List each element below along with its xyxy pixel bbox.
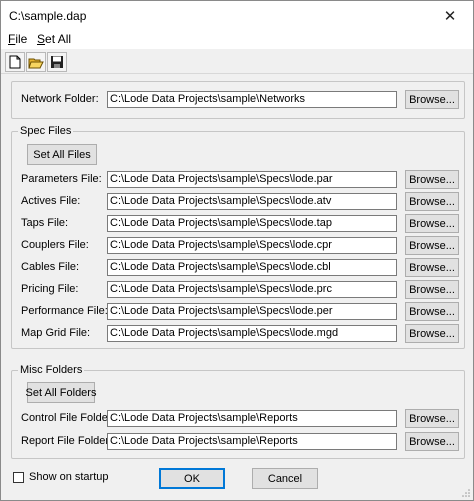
open-folder-button[interactable] — [26, 52, 46, 72]
map-grid-file-browse-button[interactable]: Browse... — [405, 324, 459, 343]
report-file-folder-browse-button[interactable]: Browse... — [405, 432, 459, 451]
couplers-file-browse-button[interactable]: Browse... — [405, 236, 459, 255]
control-file-folder-label: Control File Folder: — [21, 412, 115, 424]
set-all-folders-button[interactable]: Set All Folders — [26, 382, 96, 403]
map-grid-file-input[interactable]: C:\Lode Data Projects\sample\Specs\lode.… — [107, 325, 397, 342]
parameters-file-label: Parameters File: — [21, 173, 102, 185]
parameters-file-input[interactable]: C:\Lode Data Projects\sample\Specs\lode.… — [107, 171, 397, 188]
couplers-file-input[interactable]: C:\Lode Data Projects\sample\Specs\lode.… — [107, 237, 397, 254]
menu-set-all-accel: S — [37, 32, 46, 46]
performance-file-input[interactable]: C:\Lode Data Projects\sample\Specs\lode.… — [107, 303, 397, 320]
map-grid-file-label: Map Grid File: — [21, 327, 91, 339]
open-folder-icon — [28, 58, 44, 68]
menu-file[interactable]: File — [8, 32, 27, 46]
spec-files-group-label: Spec Files — [18, 125, 74, 137]
dialog-window: C:\sample.dap ✕ File Set All Network Fol… — [0, 0, 474, 501]
report-file-folder-input[interactable]: C:\Lode Data Projects\sample\Reports — [107, 433, 397, 450]
window-title: C:\sample.dap — [9, 9, 87, 23]
network-folder-group: Network Folder: C:\Lode Data Projects\sa… — [11, 81, 465, 119]
cables-file-input[interactable]: C:\Lode Data Projects\sample\Specs\lode.… — [107, 259, 397, 276]
cables-file-label: Cables File: — [21, 261, 80, 273]
menu-file-label: ile — [15, 32, 28, 46]
report-file-folder-label: Report File Folder: — [21, 435, 113, 447]
show-on-startup-label: Show on startup — [29, 471, 109, 483]
parameters-file-browse-button[interactable]: Browse... — [405, 170, 459, 189]
ok-button[interactable]: OK — [159, 468, 225, 489]
save-disk-icon — [51, 56, 63, 68]
network-folder-browse-button[interactable]: Browse... — [405, 90, 459, 109]
actives-file-label: Actives File: — [21, 195, 81, 207]
new-document-icon — [9, 55, 21, 69]
network-folder-label: Network Folder: — [21, 93, 99, 105]
misc-folders-group-label: Misc Folders — [18, 364, 85, 376]
taps-file-label: Taps File: — [21, 217, 69, 229]
performance-file-browse-button[interactable]: Browse... — [405, 302, 459, 321]
pricing-file-label: Pricing File: — [21, 283, 79, 295]
menu-set-all-label: et All — [45, 32, 72, 46]
menu-set-all[interactable]: Set All — [37, 32, 71, 46]
pricing-file-browse-button[interactable]: Browse... — [405, 280, 459, 299]
network-folder-input[interactable]: C:\Lode Data Projects\sample\Networks — [107, 91, 397, 108]
cancel-button[interactable]: Cancel — [252, 468, 318, 489]
misc-folders-group: Misc Folders Set All Folders Control Fil… — [11, 364, 465, 459]
actives-file-input[interactable]: C:\Lode Data Projects\sample\Specs\lode.… — [107, 193, 397, 210]
spec-files-group: Spec Files Set All Files Parameters File… — [11, 125, 465, 349]
save-button[interactable] — [47, 52, 67, 72]
actives-file-browse-button[interactable]: Browse... — [405, 192, 459, 211]
set-all-files-button[interactable]: Set All Files — [27, 144, 97, 165]
new-document-button[interactable] — [5, 52, 25, 72]
control-file-folder-input[interactable]: C:\Lode Data Projects\sample\Reports — [107, 410, 397, 427]
close-icon[interactable]: ✕ — [427, 1, 473, 31]
menu-bar: File Set All — [1, 31, 473, 49]
pricing-file-input[interactable]: C:\Lode Data Projects\sample\Specs\lode.… — [107, 281, 397, 298]
cables-file-browse-button[interactable]: Browse... — [405, 258, 459, 277]
title-bar[interactable]: C:\sample.dap ✕ — [1, 1, 473, 31]
taps-file-browse-button[interactable]: Browse... — [405, 214, 459, 233]
show-on-startup-checkbox[interactable] — [13, 472, 24, 483]
taps-file-input[interactable]: C:\Lode Data Projects\sample\Specs\lode.… — [107, 215, 397, 232]
resize-grip-icon[interactable] — [461, 488, 471, 498]
couplers-file-label: Couplers File: — [21, 239, 89, 251]
toolbar — [1, 49, 473, 74]
control-file-folder-browse-button[interactable]: Browse... — [405, 409, 459, 428]
performance-file-label: Performance File: — [21, 305, 108, 317]
